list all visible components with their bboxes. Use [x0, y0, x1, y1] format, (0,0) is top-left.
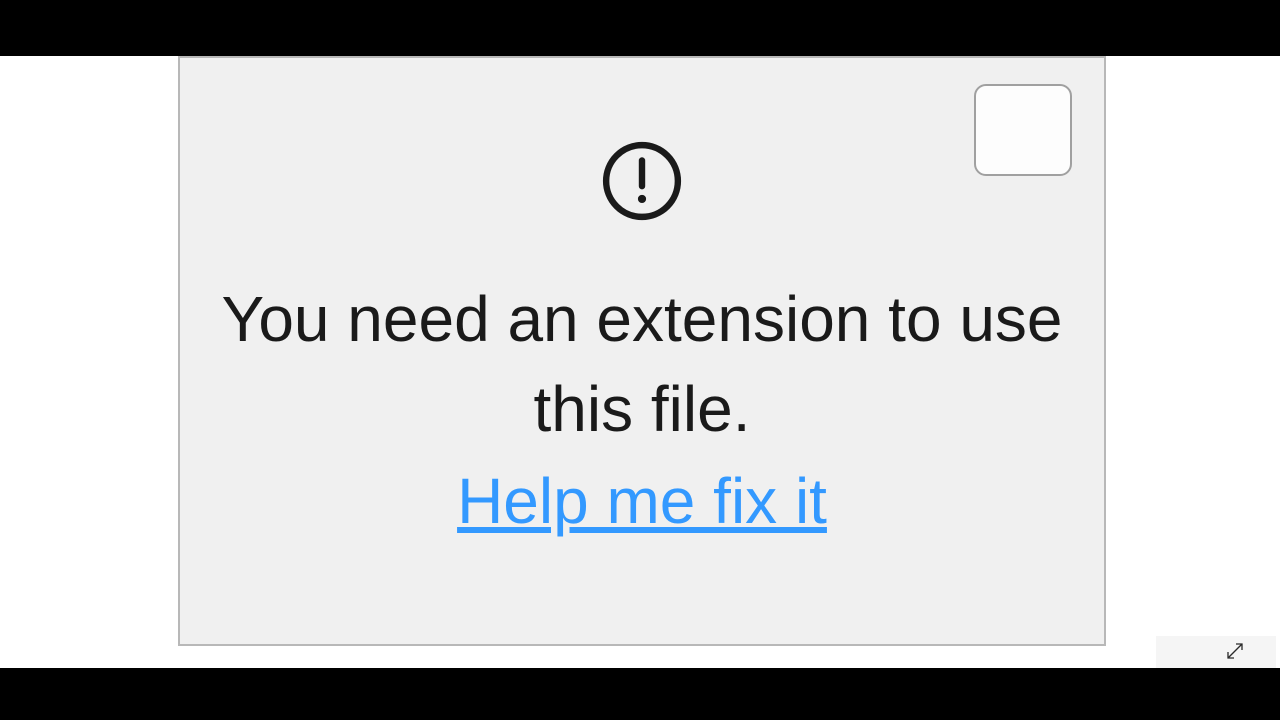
close-button[interactable] — [974, 84, 1072, 176]
extension-needed-dialog: You need an extension to use this file. … — [178, 56, 1106, 646]
dialog-message: You need an extension to use this file. — [180, 275, 1104, 454]
letterbox-bottom — [0, 668, 1280, 720]
letterbox-top — [0, 0, 1280, 56]
alert-icon — [601, 140, 683, 227]
resize-handle-icon[interactable] — [1226, 642, 1244, 660]
background-strip — [1156, 636, 1276, 668]
help-me-fix-it-link[interactable]: Help me fix it — [457, 464, 827, 538]
